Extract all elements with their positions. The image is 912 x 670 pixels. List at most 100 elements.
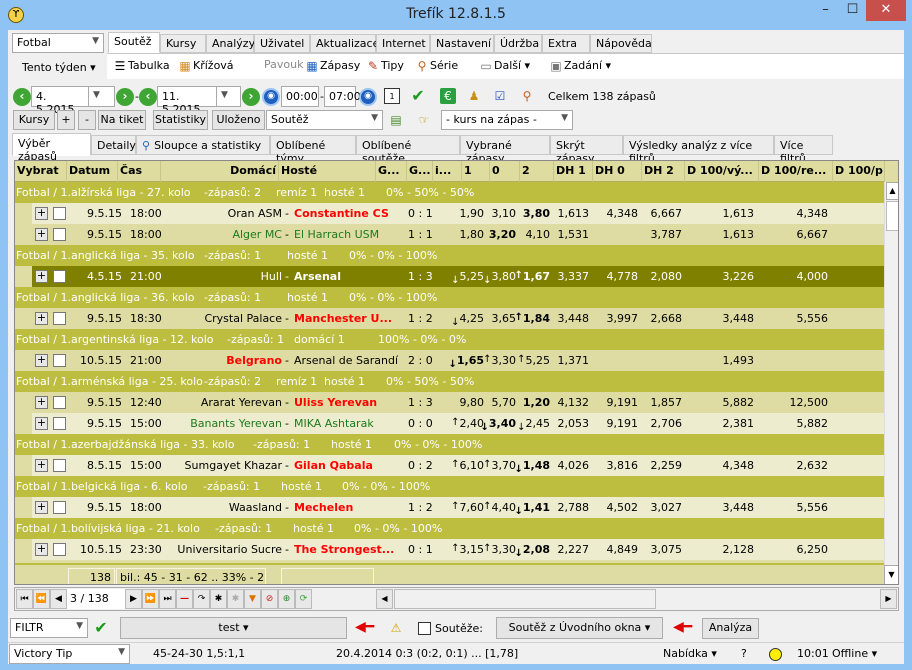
dalsi-button[interactable]: ▭ Další ▾	[478, 58, 530, 74]
menu-tab-1[interactable]: Kursy	[160, 34, 206, 53]
group-row[interactable]: Fotbal / 1.anglická liga - 35. kolo -zápa…	[15, 245, 885, 266]
menu-tab-4[interactable]: Aktualizace	[310, 34, 379, 53]
kurs-select[interactable]: - kurs na zápas - ▼	[441, 110, 573, 130]
sub-tab-4[interactable]: Oblíbené soutěže	[356, 135, 460, 165]
menu-tab-6[interactable]: Nastavení	[430, 34, 494, 53]
group-row[interactable]: Fotbal / 1.arménská liga - 25. kolo -zápa…	[15, 371, 885, 392]
column-header-13[interactable]: DH 2	[642, 161, 685, 182]
column-header-10[interactable]: 2	[520, 161, 554, 182]
expand-plus-icon[interactable]: +	[35, 543, 48, 556]
search-icon[interactable]: ⚲	[519, 88, 535, 104]
help-button[interactable]: ?	[741, 647, 747, 666]
tipy-button[interactable]: ✎ Tipy	[365, 58, 404, 74]
column-header-4[interactable]: Hosté	[279, 161, 376, 182]
first-record-icon[interactable]: ⏮	[16, 589, 33, 609]
offline-menu[interactable]: Offline ▾	[832, 647, 877, 666]
add-icon[interactable]: ⊕	[278, 589, 295, 609]
expand-plus-icon[interactable]: +	[35, 228, 48, 241]
scroll-thumb[interactable]	[886, 201, 898, 231]
filter-icon[interactable]: ▼	[244, 589, 261, 609]
match-row[interactable]: +8.5.15 15:00 Sumgayet Khazar - Gilan Qabala…	[32, 455, 892, 476]
match-row[interactable]: +10.5.15 23:30 Universitario Sucre - The Str…	[32, 539, 892, 560]
date-from-prev-button[interactable]: ‹	[13, 88, 31, 106]
column-header-0[interactable]: Vybrat	[15, 161, 67, 182]
tip-select[interactable]: Victory Tip ▼	[9, 644, 130, 664]
calendar-icon[interactable]: 1	[384, 88, 400, 104]
group-row[interactable]: Fotbal / 1.belgická liga - 6. kolo -zápas…	[15, 476, 885, 497]
date-from-next-button[interactable]: ›	[116, 88, 134, 106]
ulozeno-button[interactable]: Uloženo	[212, 110, 265, 130]
redo-icon[interactable]: ↷	[193, 589, 210, 609]
column-header-2[interactable]: Čas	[118, 161, 161, 182]
select-checkbox[interactable]	[53, 501, 66, 514]
match-row[interactable]: +9.5.15 18:30 Crystal Palace - Manchester U.…	[32, 308, 892, 329]
kursy-button[interactable]: Kursy	[13, 110, 55, 130]
date-to-input[interactable]: 11. 5.2015	[157, 86, 217, 116]
prev-record-icon[interactable]: ◀	[50, 589, 67, 609]
refresh-icon[interactable]: ⟳	[295, 589, 312, 609]
group-row[interactable]: Fotbal / 1.bolívijská liga - 21. kolo -zá…	[15, 518, 885, 539]
date-from-dropdown[interactable]: ▼	[89, 86, 115, 107]
expand-plus-icon[interactable]: +	[35, 270, 48, 283]
soutez-select[interactable]: Soutěž ▼	[266, 110, 383, 130]
plus-button[interactable]: +	[57, 110, 75, 130]
group-row[interactable]: Fotbal / 1.argentinská liga - 12. kolo -z…	[15, 329, 885, 350]
filtr-select[interactable]: FILTR ▼	[10, 618, 88, 638]
expand-plus-icon[interactable]: +	[35, 207, 48, 220]
horizontal-scroll-thumb[interactable]	[394, 589, 656, 609]
expand-plus-icon[interactable]: +	[35, 354, 48, 367]
select-checkbox[interactable]	[53, 417, 66, 430]
souteze-checkbox[interactable]	[418, 622, 431, 635]
joystick-icon[interactable]: ♟	[466, 88, 482, 104]
date-to-prev-button[interactable]: ‹	[139, 88, 157, 106]
match-row[interactable]: +9.5.15 18:00 Oran ASM - Constantine CS 0 : 1…	[32, 203, 892, 224]
sub-tab-8[interactable]: Více filtrů	[774, 135, 833, 165]
delete-icon[interactable]: —	[176, 589, 193, 609]
scroll-right-icon[interactable]: ▶	[880, 589, 897, 609]
nabidka-menu[interactable]: Nabídka ▾	[663, 647, 717, 666]
pointing-hand-icon[interactable]: ☞	[416, 112, 432, 128]
menu-tab-2[interactable]: Analýzy	[206, 34, 255, 53]
match-row[interactable]: +9.5.15 12:40 Ararat Yerevan - Uliss Yerevan…	[32, 392, 892, 413]
menu-tab-8[interactable]: Extra	[542, 34, 590, 53]
sub-tab-3[interactable]: Oblíbené týmy	[270, 135, 356, 165]
scroll-down-icon[interactable]: ▼	[884, 565, 898, 584]
vertical-scrollbar[interactable]: ▲	[884, 182, 898, 584]
time-from-input[interactable]: 00:00	[281, 86, 319, 107]
expand-plus-icon[interactable]: +	[35, 396, 48, 409]
column-header-12[interactable]: DH 0	[593, 161, 642, 182]
sub-tab-1[interactable]: Detaily	[91, 135, 136, 155]
select-checkbox[interactable]	[53, 270, 66, 283]
date-to-next-button[interactable]: ›	[242, 88, 260, 106]
date-to-dropdown[interactable]: ▼	[217, 86, 241, 107]
expand-plus-icon[interactable]: +	[35, 417, 48, 430]
checklist-icon[interactable]: ☑	[492, 88, 508, 104]
euro-icon[interactable]: €	[440, 88, 456, 104]
column-header-6[interactable]: G...	[407, 161, 433, 182]
sub-tab-0[interactable]: Výběr zápasů	[12, 133, 91, 163]
record-position[interactable]: 3 / 138	[67, 589, 125, 609]
column-header-11[interactable]: DH 1	[554, 161, 593, 182]
stop-icon[interactable]: ⊘	[261, 589, 278, 609]
title-bar[interactable]: ϒ Trefík 12.8.1.5 – ☐ ✕	[0, 0, 912, 30]
match-row[interactable]: +4.5.15 21:00 Hull - Arsenal 1 : 3 ↓5,25 ↓3,80 ↑…	[32, 266, 892, 287]
match-row[interactable]: +9.5.15 15:00 Banants Yerevan - MIKA Ashtara…	[32, 413, 892, 434]
matches-grid[interactable]: Vybrat Datum Čas Domácí Hosté G... G... i... 1 0 2…	[14, 160, 899, 585]
column-header-8[interactable]: 1	[462, 161, 490, 182]
sub-tab-5[interactable]: Vybrané zápasy	[460, 135, 550, 165]
select-checkbox[interactable]	[53, 459, 66, 472]
na-tiket-button[interactable]: Na tiket	[98, 110, 146, 130]
maximize-button[interactable]: ☐	[839, 0, 866, 21]
menu-tab-7[interactable]: Údržba	[494, 34, 542, 53]
zapasy-button[interactable]: ▦ Zápasy	[304, 58, 360, 74]
select-checkbox[interactable]	[53, 396, 66, 409]
sub-tab-2[interactable]: ⚲ Sloupce a statistiky	[136, 135, 270, 155]
close-button[interactable]: ✕	[866, 0, 906, 21]
menu-tab-5[interactable]: Internet	[376, 34, 430, 53]
statistiky-button[interactable]: Statistiky	[153, 110, 208, 130]
next-record-icon[interactable]: ▶	[125, 589, 142, 609]
soutez-uvod-button[interactable]: Soutěž z Úvodního okna ▾	[496, 617, 663, 639]
menu-tab-0[interactable]: Soutěž	[108, 32, 160, 53]
column-header-1[interactable]: Datum	[67, 161, 118, 182]
column-header-15[interactable]: D 100/re...	[759, 161, 833, 182]
